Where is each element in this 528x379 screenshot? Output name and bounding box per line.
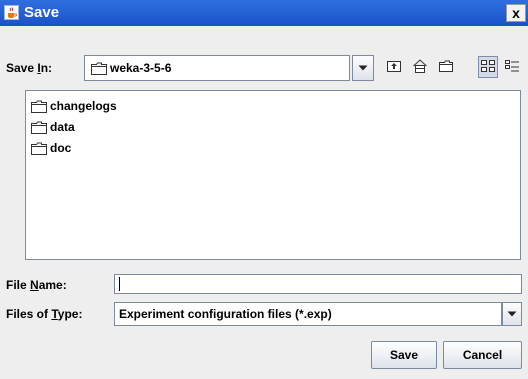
- current-folder-name: weka-3-5-6: [110, 61, 172, 75]
- save-in-label-suffix: n:: [40, 61, 53, 75]
- details-view-icon: [505, 60, 519, 72]
- file-name: doc: [50, 141, 72, 155]
- file-type-label-text: Files of: [6, 307, 52, 321]
- save-in-combo[interactable]: weka-3-5-6: [84, 55, 350, 81]
- save-in-label: Save In:: [6, 61, 52, 75]
- new-folder-icon: [439, 60, 453, 72]
- file-list[interactable]: changelogs data doc: [25, 90, 521, 260]
- chevron-down-icon: [358, 65, 368, 71]
- new-folder-button[interactable]: [436, 56, 456, 78]
- save-in-label-text: Save: [6, 61, 38, 75]
- title-bar[interactable]: Save x: [0, 0, 528, 26]
- file-type-combo[interactable]: Experiment configuration files (*.exp): [114, 302, 502, 326]
- window-title: Save: [24, 4, 60, 21]
- chevron-down-icon: [507, 311, 517, 317]
- folder-icon: [31, 121, 47, 134]
- save-in-dropdown-button[interactable]: [352, 55, 374, 81]
- file-name: changelogs: [50, 99, 117, 113]
- close-button[interactable]: x: [506, 4, 526, 22]
- file-type-label-suffix: ype:: [57, 307, 83, 321]
- file-type-selected: Experiment configuration files (*.exp): [119, 307, 332, 321]
- list-view-button[interactable]: [478, 56, 498, 78]
- details-view-button[interactable]: [502, 56, 522, 78]
- folder-icon: [31, 100, 47, 113]
- home-icon: [413, 59, 427, 73]
- cancel-button[interactable]: Cancel: [443, 341, 522, 369]
- home-button[interactable]: [410, 56, 430, 78]
- java-cup-icon: [4, 5, 19, 20]
- folder-icon: [91, 62, 107, 75]
- save-button[interactable]: Save: [371, 341, 437, 369]
- up-one-level-icon: [387, 61, 401, 72]
- list-view-icon: [481, 60, 495, 72]
- file-name-mnemonic: N: [30, 278, 39, 292]
- file-name-label: File Name:: [6, 278, 67, 292]
- file-name-label-suffix: ame:: [38, 278, 67, 292]
- file-type-label: Files of Type:: [6, 307, 82, 321]
- file-name: data: [50, 120, 75, 134]
- file-name-field[interactable]: [114, 274, 522, 294]
- text-caret: [119, 277, 120, 291]
- folder-icon: [31, 142, 47, 155]
- file-name-label-text: File: [6, 278, 31, 292]
- up-one-level-button[interactable]: [384, 56, 404, 78]
- file-type-dropdown-button[interactable]: [502, 302, 522, 326]
